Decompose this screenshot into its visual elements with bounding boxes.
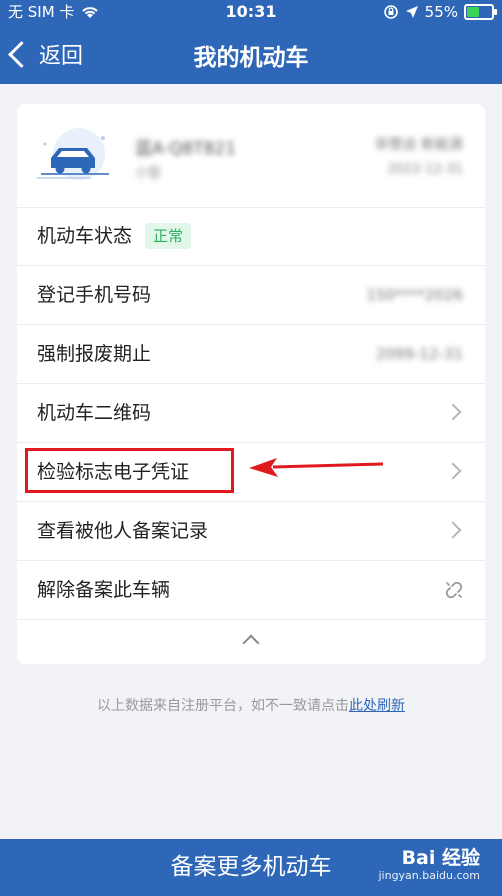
unlink-icon [445, 581, 463, 599]
plate-subtext: 小型 [135, 166, 162, 181]
chevron-right-icon [444, 521, 462, 539]
watermark-main: Bai 经验 [401, 847, 480, 869]
row-qr-code[interactable]: 机动车二维码 [17, 384, 485, 443]
row-label: 查看被他人备案记录 [37, 520, 209, 542]
row-unbind-vehicle[interactable]: 解除备案此车辆 [17, 561, 485, 620]
location-arrow-icon [405, 6, 418, 18]
watermark-sub: jingyan.baidu.com [378, 869, 480, 882]
vehicle-summary[interactable]: 蓝A·Q8T821 小型 非营运 新能源 2022-12-31 [17, 104, 485, 208]
row-label: 机动车状态 [37, 225, 133, 247]
footer-bar: 备案更多机动车 Bai 经验 jingyan.baidu.com [0, 839, 502, 896]
highlight-box [25, 448, 234, 493]
refresh-link[interactable]: 此处刷新 [349, 698, 405, 714]
vehicle-date: 2022-12-31 [387, 162, 463, 177]
car-icon [37, 128, 109, 180]
row-filing-records[interactable]: 查看被他人备案记录 [17, 502, 485, 561]
battery-icon [464, 4, 497, 20]
phone-value: 150****2026 [366, 286, 463, 304]
chevron-up-icon [242, 634, 260, 652]
chevron-right-icon [444, 403, 462, 421]
data-source-note: 以上数据来自注册平台，如不一致请点击此处刷新 [0, 695, 502, 715]
chevron-right-icon [444, 462, 462, 480]
scrap-date-value: 2099-12-31 [375, 345, 463, 363]
nav-bar: 返回 我的机动车 [0, 24, 502, 84]
row-label: 解除备案此车辆 [37, 579, 171, 601]
row-scrap-date: 强制报废期止 2099-12-31 [17, 325, 485, 384]
header: 无 SIM 卡 10:31 55% 返回 我的机动车 [0, 0, 502, 84]
row-phone: 登记手机号码 150****2026 [17, 266, 485, 325]
watermark: Bai 经验 jingyan.baidu.com [378, 847, 480, 883]
note-text: 以上数据来自注册平台，如不一致请点击 [97, 698, 349, 714]
vehicle-type: 非营运 新能源 [374, 137, 463, 153]
collapse-toggle[interactable] [17, 617, 485, 664]
row-label: 机动车二维码 [37, 402, 152, 424]
lock-rotation-icon [383, 5, 398, 19]
row-label: 强制报废期止 [37, 343, 152, 365]
status-badge: 正常 [145, 223, 192, 249]
vehicle-card: 蓝A·Q8T821 小型 非营运 新能源 2022-12-31 机动车状态 正常… [17, 104, 485, 664]
status-bar: 无 SIM 卡 10:31 55% [0, 0, 502, 24]
red-arrow-annotation [249, 458, 384, 477]
row-label: 登记手机号码 [37, 284, 152, 306]
page-title: 我的机动车 [193, 45, 309, 71]
battery-percent: 55% [424, 3, 458, 21]
plate-number: 蓝A·Q8T821 [135, 139, 237, 159]
row-vehicle-status: 机动车状态 正常 [17, 207, 485, 266]
